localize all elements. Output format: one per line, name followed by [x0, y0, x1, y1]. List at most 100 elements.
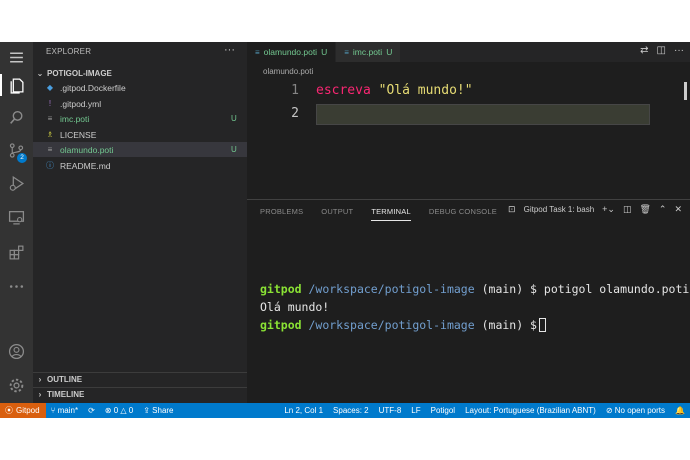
- code-line[interactable]: escreva "Olá mundo!": [316, 83, 473, 98]
- panel-actions: ⊡ Gitpod Task 1: bash +⌄ ◫ 🗑 ⌃ ✕: [508, 204, 682, 215]
- keyboard-layout[interactable]: Layout: Portuguese (Brazilian ABNT): [460, 406, 601, 415]
- share-button[interactable]: ⇪ Share: [138, 406, 178, 415]
- account-icon[interactable]: [0, 336, 33, 366]
- file-name: README.md: [60, 160, 111, 171]
- sync-icon: ⟳: [88, 406, 95, 415]
- split-terminal-icon[interactable]: ◫: [623, 204, 632, 215]
- explorer-sidebar: EXPLORER ··· ⌄ POTIGOL-IMAGE ◆ .gitpod.D…: [33, 42, 247, 403]
- search-icon[interactable]: [0, 102, 33, 132]
- activity-bar: 2: [0, 42, 33, 403]
- timeline-label: TIMELINE: [47, 390, 85, 399]
- terminal-output: Olá mundo!: [260, 300, 330, 314]
- explorer-icon[interactable]: [0, 70, 33, 100]
- tab-terminal[interactable]: TERMINAL: [371, 207, 411, 221]
- file-status: U: [231, 114, 237, 123]
- project-folder-name: POTIGOL-IMAGE: [47, 68, 112, 78]
- chevron-down-icon: ⌄: [36, 68, 44, 78]
- breadcrumb[interactable]: olamundo.poti: [263, 67, 313, 76]
- code-keyword: escreva: [316, 83, 371, 98]
- trash-icon[interactable]: 🗑: [639, 204, 650, 215]
- cursor-position[interactable]: Ln 2, Col 1: [279, 406, 328, 415]
- project-folder-header[interactable]: ⌄ POTIGOL-IMAGE: [33, 66, 247, 80]
- indentation[interactable]: Spaces: 2: [328, 406, 374, 415]
- extensions-icon[interactable]: [0, 237, 33, 267]
- file-item-imc-poti[interactable]: ≡ imc.poti U: [33, 111, 247, 126]
- branch-indicator[interactable]: ⑂ main*: [46, 406, 83, 415]
- terminal-icon: ⊡: [508, 204, 516, 214]
- maximize-panel-icon[interactable]: ⌃: [659, 204, 667, 215]
- file-item-readme-md[interactable]: ⓘ README.md: [33, 158, 247, 173]
- ports-indicator[interactable]: ⊘ No open ports: [601, 406, 670, 415]
- line-number: 1: [291, 83, 299, 98]
- run-debug-icon[interactable]: [0, 168, 33, 198]
- file-name: imc.poti: [60, 113, 90, 124]
- file-item-license[interactable]: ♗ LICENSE: [33, 127, 247, 142]
- file-item-gitpod-yml[interactable]: ! .gitpod.yml: [33, 96, 247, 111]
- tab-label: imc.poti: [352, 47, 383, 57]
- docker-icon: ◆: [46, 83, 54, 92]
- tab-olamundo-poti[interactable]: ≡ olamundo.poti U: [247, 42, 337, 62]
- tab-output[interactable]: OUTPUT: [321, 207, 353, 221]
- tab-imc-poti[interactable]: ≡ imc.poti U: [336, 42, 402, 62]
- tab-status: U: [386, 47, 393, 57]
- outline-label: OUTLINE: [47, 375, 83, 384]
- file-name: .gitpod.Dockerfile: [60, 82, 126, 93]
- tab-label: olamundo.poti: [263, 47, 318, 57]
- file-name: olamundo.poti: [60, 144, 114, 155]
- info-icon: ⓘ: [46, 161, 54, 170]
- editor-actions: ⇄ ◫ ···: [640, 45, 684, 56]
- source-control-icon[interactable]: 2: [0, 135, 33, 165]
- tab-debug-console[interactable]: DEBUG CONSOLE: [429, 207, 497, 221]
- compare-icon[interactable]: ⇄: [640, 45, 648, 56]
- ports-icon: ⊘: [605, 406, 615, 415]
- explorer-title: EXPLORER: [46, 47, 92, 56]
- tab-problems[interactable]: PROBLEMS: [260, 207, 303, 221]
- tab-status: U: [321, 47, 328, 57]
- chevron-right-icon: ›: [38, 375, 42, 384]
- vscode-window: 2 EXPLORER ··· ⌄ POTIGOL-IMAGE ◆ .gitpod…: [0, 42, 690, 418]
- notifications-icon[interactable]: 🔔: [670, 406, 690, 415]
- terminal-task-select[interactable]: Gitpod Task 1: bash: [524, 205, 595, 214]
- branch-icon: ⑂: [50, 406, 58, 415]
- scrollbar-indicator[interactable]: [684, 82, 687, 100]
- timeline-section[interactable]: › TIMELINE: [33, 387, 247, 401]
- error-icon: ⊗: [104, 406, 114, 415]
- more-icon[interactable]: [0, 271, 33, 301]
- editor-tabs: ≡ olamundo.poti U ≡ imc.poti U: [247, 42, 690, 62]
- end-of-line[interactable]: LF: [406, 406, 425, 415]
- status-right: Ln 2, Col 1 Spaces: 2 UTF-8 LF Potigol L…: [279, 406, 690, 415]
- settings-gear-icon[interactable]: [0, 370, 33, 400]
- text-file-icon: ≡: [47, 114, 53, 123]
- current-line-highlight: [316, 104, 650, 125]
- file-name: LICENSE: [60, 129, 97, 140]
- encoding[interactable]: UTF-8: [374, 406, 407, 415]
- remote-indicator[interactable]: ⦿ Gitpod: [0, 403, 46, 418]
- panel-tabs: PROBLEMS OUTPUT TERMINAL DEBUG CONSOLE: [260, 207, 497, 221]
- language-mode[interactable]: Potigol: [426, 406, 460, 415]
- more-actions-icon[interactable]: ···: [674, 45, 684, 56]
- terminal-cursor: [538, 318, 546, 332]
- new-terminal-icon[interactable]: +⌄: [602, 204, 615, 215]
- problems-indicator[interactable]: ⊗ 0 △ 0: [100, 406, 138, 415]
- explorer-more-button[interactable]: ···: [224, 44, 235, 56]
- split-editor-icon[interactable]: ◫: [657, 45, 666, 56]
- warning-icon: △: [120, 406, 129, 415]
- editor-area: ≡ olamundo.poti U ≡ imc.poti U ⇄ ◫ ··· o…: [247, 42, 690, 199]
- code-string: "Olá mundo!": [378, 83, 473, 98]
- text-file-icon: ≡: [255, 47, 260, 57]
- sync-button[interactable]: ⟳: [83, 406, 100, 415]
- remote-explorer-icon[interactable]: [0, 202, 33, 232]
- line-number: 2: [291, 106, 299, 121]
- close-panel-icon[interactable]: ✕: [674, 204, 682, 215]
- file-item-gitpod-dockerfile[interactable]: ◆ .gitpod.Dockerfile: [33, 80, 247, 95]
- menu-icon[interactable]: [0, 42, 33, 72]
- scm-badge: 2: [17, 153, 27, 163]
- outline-section[interactable]: › OUTLINE: [33, 372, 247, 386]
- status-bar: ⦿ Gitpod ⑂ main* ⟳ ⊗ 0 △ 0 ⇪ Share Ln 2,…: [0, 403, 690, 418]
- text-file-icon: ≡: [344, 47, 349, 57]
- file-status: U: [231, 145, 237, 154]
- file-item-olamundo-poti[interactable]: ≡ olamundo.poti U: [33, 142, 247, 157]
- chevron-right-icon: ›: [38, 390, 42, 399]
- terminal-prompt[interactable]: gitpod /workspace/potigol-image (main) $: [260, 318, 546, 332]
- yaml-icon: !: [48, 99, 52, 108]
